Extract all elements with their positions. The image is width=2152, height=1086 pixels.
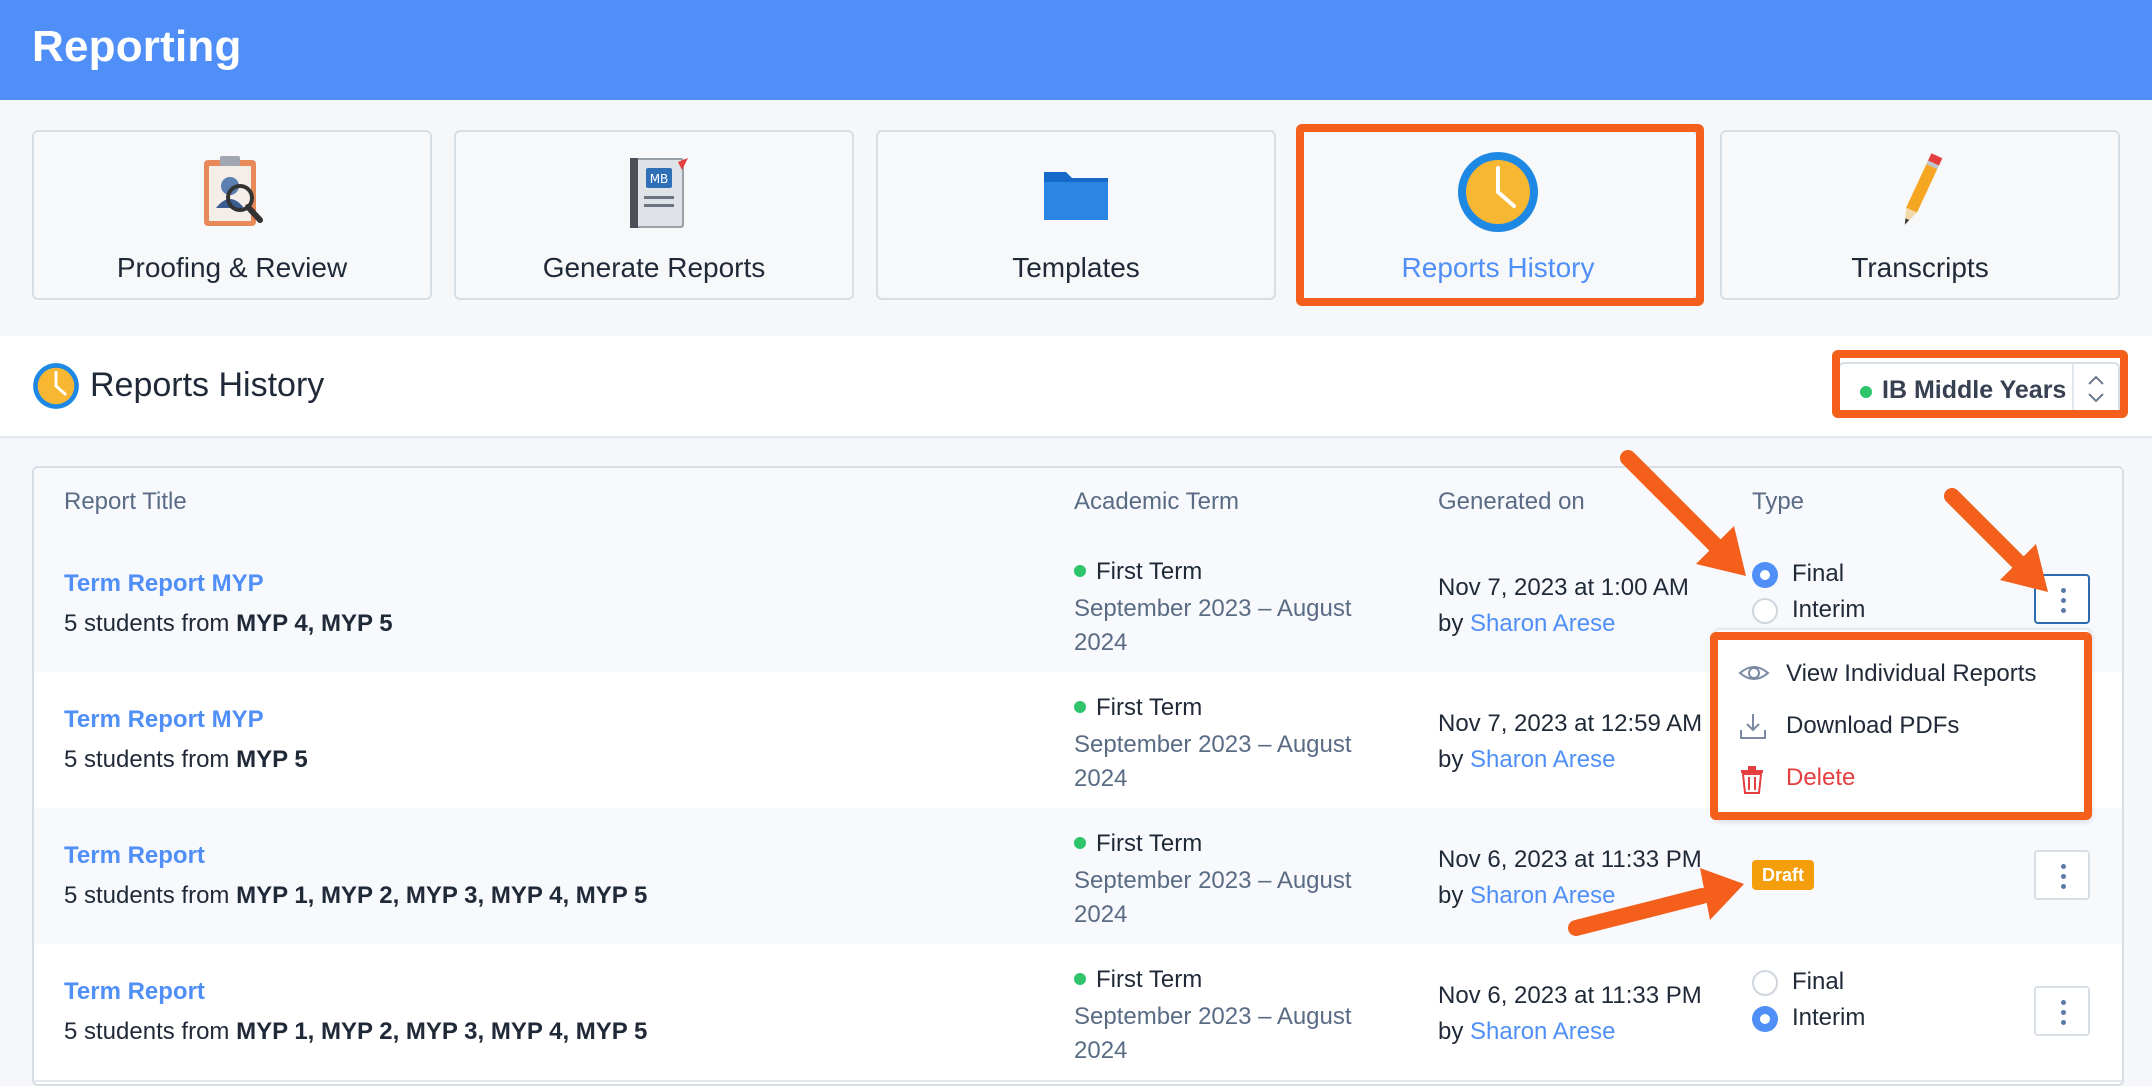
row-actions-button[interactable] [2034,986,2090,1036]
column-header-report-title: Report Title [64,488,187,515]
generated-by: by Sharon Arese [1438,746,1616,773]
program-select-value: IB Middle Years [1882,376,2067,404]
page-title: Reporting [32,22,242,71]
generated-date: Nov 7, 2023 at 1:00 AM [1438,574,1689,601]
section-title: Reports History [90,366,325,404]
status-dot [1074,972,1086,985]
status-dot [1074,700,1086,713]
status-dot [1074,836,1086,849]
download-icon [1740,714,1766,739]
generated-date: Nov 7, 2023 at 12:59 AM [1438,710,1703,737]
reporting-nav: Proofing & Review MB Generate Reports Te… [0,100,2152,338]
academic-term: First Term [1074,830,1202,858]
term-range: September 2023 – August 2024 [1074,867,1352,928]
table-row: Term Report 5 students from MYP 1, MYP 2… [34,944,2122,1082]
generated-by: by Sharon Arese [1438,610,1616,637]
user-link[interactable]: Sharon Arese [1470,882,1615,909]
report-students: 5 students from MYP 4, MYP 5 [64,610,393,637]
term-range: September 2023 – August 2024 [1074,1003,1352,1064]
academic-term: First Term [1074,694,1202,722]
term-range: September 2023 – August 2024 [1074,731,1352,792]
nav-card-label: Proofing & Review [116,252,348,283]
trash-icon [1741,766,1763,794]
generated-by: by Sharon Arese [1438,882,1616,909]
draft-badge: Draft [1752,860,1815,890]
nav-card-label: Reports History [1401,252,1595,283]
table-header: Report Title Academic Term Generated on … [34,468,2122,538]
term-range: September 2023 – August 2024 [1074,595,1352,656]
report-title-link[interactable]: Term Report [64,978,205,1006]
clock-icon [1456,150,1540,234]
nav-card-label: Transcripts [1851,252,1989,283]
row-actions-menu: View Individual Reports Download PDFs De… [1714,628,2092,820]
report-students: 5 students from MYP 1, MYP 2, MYP 3, MYP… [64,882,648,909]
column-header-type: Type [1752,488,1805,515]
nav-card-proofing-review[interactable]: Proofing & Review [32,130,432,300]
column-header-academic-term: Academic Term [1074,488,1239,515]
top-bar: Reporting [0,0,2152,100]
nav-card-templates[interactable]: Templates [876,130,1276,300]
svg-text:MB: MB [650,172,669,186]
column-header-generated-on: Generated on [1438,488,1585,515]
pencil-icon [1878,150,1962,234]
clock-icon [32,362,80,410]
status-dot [1860,386,1872,398]
table-row: Term Report 5 students from MYP 1, MYP 2… [34,808,2122,946]
status-dot [1074,564,1086,577]
section-header: Reports History IB Middle Years [0,336,2152,438]
nav-card-label: Generate Reports [542,252,766,283]
nav-card-reports-history[interactable]: Reports History [1298,130,1698,300]
row-actions-button[interactable] [2034,574,2090,624]
generated-date: Nov 6, 2023 at 11:33 PM [1438,846,1702,873]
generated-by: by Sharon Arese [1438,1018,1616,1045]
generated-date: Nov 6, 2023 at 11:33 PM [1438,982,1702,1009]
nav-card-generate-reports[interactable]: MB Generate Reports [454,130,854,300]
chevron-up-down-icon [2072,364,2118,414]
report-cards-book-icon: MB [612,150,696,234]
user-link[interactable]: Sharon Arese [1470,1018,1615,1045]
nav-card-label: Templates [1012,252,1140,283]
user-link[interactable]: Sharon Arese [1470,610,1615,637]
report-students: 5 students from MYP 1, MYP 2, MYP 3, MYP… [64,1018,648,1045]
clipboard-review-icon [190,150,274,234]
report-title-link[interactable]: Term Report MYP [64,706,264,734]
report-students: 5 students from MYP 5 [64,746,308,773]
report-title-link[interactable]: Term Report MYP [64,570,264,598]
nav-card-transcripts[interactable]: Transcripts [1720,130,2120,300]
folder-icon [1034,150,1118,234]
eye-icon [1738,666,1770,680]
user-link[interactable]: Sharon Arese [1470,746,1615,773]
academic-term: First Term [1074,558,1202,586]
program-select[interactable]: IB Middle Years [1838,362,2120,416]
row-actions-button[interactable] [2034,850,2090,900]
report-title-link[interactable]: Term Report [64,842,205,870]
academic-term: First Term [1074,966,1202,994]
